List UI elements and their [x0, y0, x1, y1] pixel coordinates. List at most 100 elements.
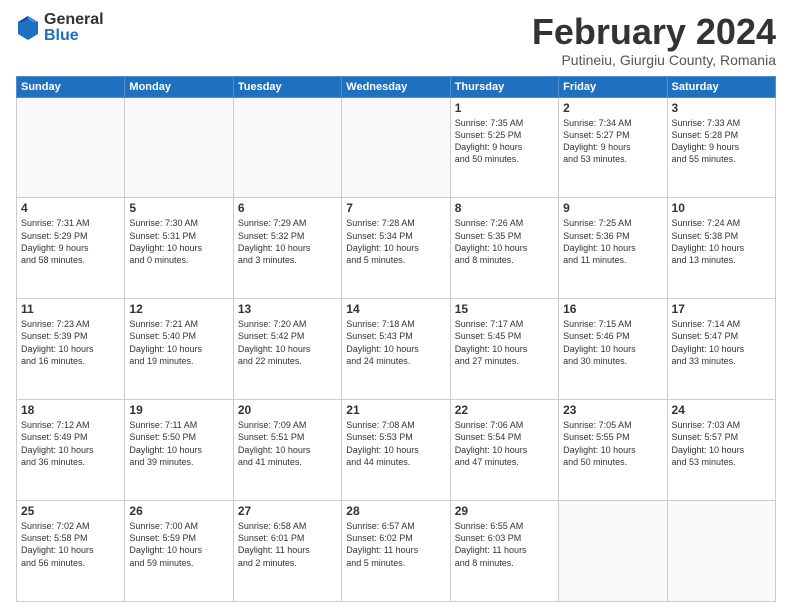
day-number: 3 — [672, 101, 771, 115]
day-info: Sunrise: 7:28 AMSunset: 5:34 PMDaylight:… — [346, 217, 445, 266]
day-info: Sunrise: 7:05 AMSunset: 5:55 PMDaylight:… — [563, 419, 662, 468]
day-number: 29 — [455, 504, 554, 518]
day-number: 20 — [238, 403, 337, 417]
calendar-cell: 18 Sunrise: 7:12 AMSunset: 5:49 PMDayligh… — [17, 400, 125, 501]
calendar-cell: 1 Sunrise: 7:35 AMSunset: 5:25 PMDaylight… — [450, 97, 558, 198]
day-number: 9 — [563, 201, 662, 215]
calendar-cell: 17 Sunrise: 7:14 AMSunset: 5:47 PMDayligh… — [667, 299, 775, 400]
weekday-header-sunday: Sunday — [17, 76, 125, 97]
day-number: 13 — [238, 302, 337, 316]
day-number: 12 — [129, 302, 228, 316]
day-info: Sunrise: 7:34 AMSunset: 5:27 PMDaylight:… — [563, 117, 662, 166]
day-number: 16 — [563, 302, 662, 316]
day-number: 24 — [672, 403, 771, 417]
calendar-week-2: 4Sunrise: 7:31 AMSunset: 5:29 PMDaylight… — [17, 198, 776, 299]
calendar-cell — [233, 97, 341, 198]
logo-general-text: General — [44, 12, 104, 28]
calendar-cell: 28Sunrise: 6:57 AMSunset: 6:02 PMDayligh… — [342, 501, 450, 602]
calendar-week-4: 18 Sunrise: 7:12 AMSunset: 5:49 PMDayligh… — [17, 400, 776, 501]
day-info: Sunrise: 7:30 AMSunset: 5:31 PMDaylight:… — [129, 217, 228, 266]
day-number: 25 — [21, 504, 120, 518]
day-number: 6 — [238, 201, 337, 215]
day-info: Sunrise: 7:21 AMSunset: 5:40 PMDaylight:… — [129, 318, 228, 367]
day-info: Sunrise: 7:35 AMSunset: 5:25 PMDaylight:… — [455, 117, 554, 166]
calendar-cell: 7 Sunrise: 7:28 AMSunset: 5:34 PMDaylight… — [342, 198, 450, 299]
calendar-cell: 19Sunrise: 7:11 AMSunset: 5:50 PMDayligh… — [125, 400, 233, 501]
day-info: Sunrise: 6:58 AMSunset: 6:01 PMDaylight:… — [238, 520, 337, 569]
day-number: 23 — [563, 403, 662, 417]
day-info: Sunrise: 6:55 AMSunset: 6:03 PMDaylight:… — [455, 520, 554, 569]
day-info: Sunrise: 7:23 AMSunset: 5:39 PMDaylight:… — [21, 318, 120, 367]
day-info: Sunrise: 7:14 AMSunset: 5:47 PMDaylight:… — [672, 318, 771, 367]
weekday-header-thursday: Thursday — [450, 76, 558, 97]
day-number: 4 — [21, 201, 120, 215]
day-info: Sunrise: 7:18 AMSunset: 5:43 PMDaylight:… — [346, 318, 445, 367]
logo-text: General Blue — [44, 12, 104, 44]
day-info: Sunrise: 7:00 AMSunset: 5:59 PMDaylight:… — [129, 520, 228, 569]
calendar-week-5: 25 Sunrise: 7:02 AMSunset: 5:58 PMDayligh… — [17, 501, 776, 602]
title-block: February 2024 Putineiu, Giurgiu County, … — [532, 12, 776, 68]
day-number: 1 — [455, 101, 554, 115]
calendar-cell: 15 Sunrise: 7:17 AMSunset: 5:45 PMDayligh… — [450, 299, 558, 400]
calendar-cell: 3 Sunrise: 7:33 AMSunset: 5:28 PMDaylight… — [667, 97, 775, 198]
day-number: 15 — [455, 302, 554, 316]
weekday-header-friday: Friday — [559, 76, 667, 97]
calendar-cell: 22Sunrise: 7:06 AMSunset: 5:54 PMDayligh… — [450, 400, 558, 501]
calendar-header-row: SundayMondayTuesdayWednesdayThursdayFrid… — [17, 76, 776, 97]
calendar-cell: 11 Sunrise: 7:23 AMSunset: 5:39 PMDayligh… — [17, 299, 125, 400]
day-number: 7 — [346, 201, 445, 215]
page: General Blue February 2024 Putineiu, Giu… — [0, 0, 792, 612]
calendar-cell: 23 Sunrise: 7:05 AMSunset: 5:55 PMDayligh… — [559, 400, 667, 501]
day-info: Sunrise: 7:12 AMSunset: 5:49 PMDaylight:… — [21, 419, 120, 468]
calendar-cell: 10 Sunrise: 7:24 AMSunset: 5:38 PMDayligh… — [667, 198, 775, 299]
calendar-cell: 2 Sunrise: 7:34 AMSunset: 5:27 PMDaylight… — [559, 97, 667, 198]
day-info: Sunrise: 7:24 AMSunset: 5:38 PMDaylight:… — [672, 217, 771, 266]
weekday-header-monday: Monday — [125, 76, 233, 97]
day-info: Sunrise: 7:25 AMSunset: 5:36 PMDaylight:… — [563, 217, 662, 266]
calendar-table: SundayMondayTuesdayWednesdayThursdayFrid… — [16, 76, 776, 602]
day-info: Sunrise: 7:29 AMSunset: 5:32 PMDaylight:… — [238, 217, 337, 266]
location-title: Putineiu, Giurgiu County, Romania — [532, 52, 776, 68]
calendar-cell: 12 Sunrise: 7:21 AMSunset: 5:40 PMDayligh… — [125, 299, 233, 400]
day-info: Sunrise: 7:33 AMSunset: 5:28 PMDaylight:… — [672, 117, 771, 166]
day-info: Sunrise: 7:03 AMSunset: 5:57 PMDaylight:… — [672, 419, 771, 468]
day-number: 18 — [21, 403, 120, 417]
day-info: Sunrise: 7:17 AMSunset: 5:45 PMDaylight:… — [455, 318, 554, 367]
calendar-cell: 14Sunrise: 7:18 AMSunset: 5:43 PMDayligh… — [342, 299, 450, 400]
calendar-cell — [125, 97, 233, 198]
logo: General Blue — [16, 12, 104, 44]
month-title: February 2024 — [532, 12, 776, 52]
weekday-header-saturday: Saturday — [667, 76, 775, 97]
day-number: 10 — [672, 201, 771, 215]
calendar-cell: 9 Sunrise: 7:25 AMSunset: 5:36 PMDaylight… — [559, 198, 667, 299]
day-info: Sunrise: 7:20 AMSunset: 5:42 PMDaylight:… — [238, 318, 337, 367]
day-info: Sunrise: 7:26 AMSunset: 5:35 PMDaylight:… — [455, 217, 554, 266]
calendar-cell: 25 Sunrise: 7:02 AMSunset: 5:58 PMDayligh… — [17, 501, 125, 602]
day-info: Sunrise: 7:15 AMSunset: 5:46 PMDaylight:… — [563, 318, 662, 367]
day-info: Sunrise: 7:09 AMSunset: 5:51 PMDaylight:… — [238, 419, 337, 468]
calendar-cell — [667, 501, 775, 602]
calendar-cell: 24 Sunrise: 7:03 AMSunset: 5:57 PMDayligh… — [667, 400, 775, 501]
day-number: 27 — [238, 504, 337, 518]
calendar-cell: 21 Sunrise: 7:08 AMSunset: 5:53 PMDayligh… — [342, 400, 450, 501]
day-number: 8 — [455, 201, 554, 215]
calendar-cell: 26Sunrise: 7:00 AMSunset: 5:59 PMDayligh… — [125, 501, 233, 602]
calendar-cell — [559, 501, 667, 602]
calendar-cell — [17, 97, 125, 198]
calendar-cell: 29 Sunrise: 6:55 AMSunset: 6:03 PMDayligh… — [450, 501, 558, 602]
day-info: Sunrise: 7:02 AMSunset: 5:58 PMDaylight:… — [21, 520, 120, 569]
calendar-cell — [342, 97, 450, 198]
day-number: 2 — [563, 101, 662, 115]
day-number: 11 — [21, 302, 120, 316]
calendar-week-1: 1 Sunrise: 7:35 AMSunset: 5:25 PMDaylight… — [17, 97, 776, 198]
calendar-cell: 13 Sunrise: 7:20 AMSunset: 5:42 PMDayligh… — [233, 299, 341, 400]
day-info: Sunrise: 7:11 AMSunset: 5:50 PMDaylight:… — [129, 419, 228, 468]
day-number: 21 — [346, 403, 445, 417]
weekday-header-tuesday: Tuesday — [233, 76, 341, 97]
logo-icon — [16, 14, 40, 42]
calendar-cell: 8 Sunrise: 7:26 AMSunset: 5:35 PMDaylight… — [450, 198, 558, 299]
calendar-cell: 6 Sunrise: 7:29 AMSunset: 5:32 PMDaylight… — [233, 198, 341, 299]
day-number: 28 — [346, 504, 445, 518]
day-number: 17 — [672, 302, 771, 316]
day-info: Sunrise: 7:08 AMSunset: 5:53 PMDaylight:… — [346, 419, 445, 468]
